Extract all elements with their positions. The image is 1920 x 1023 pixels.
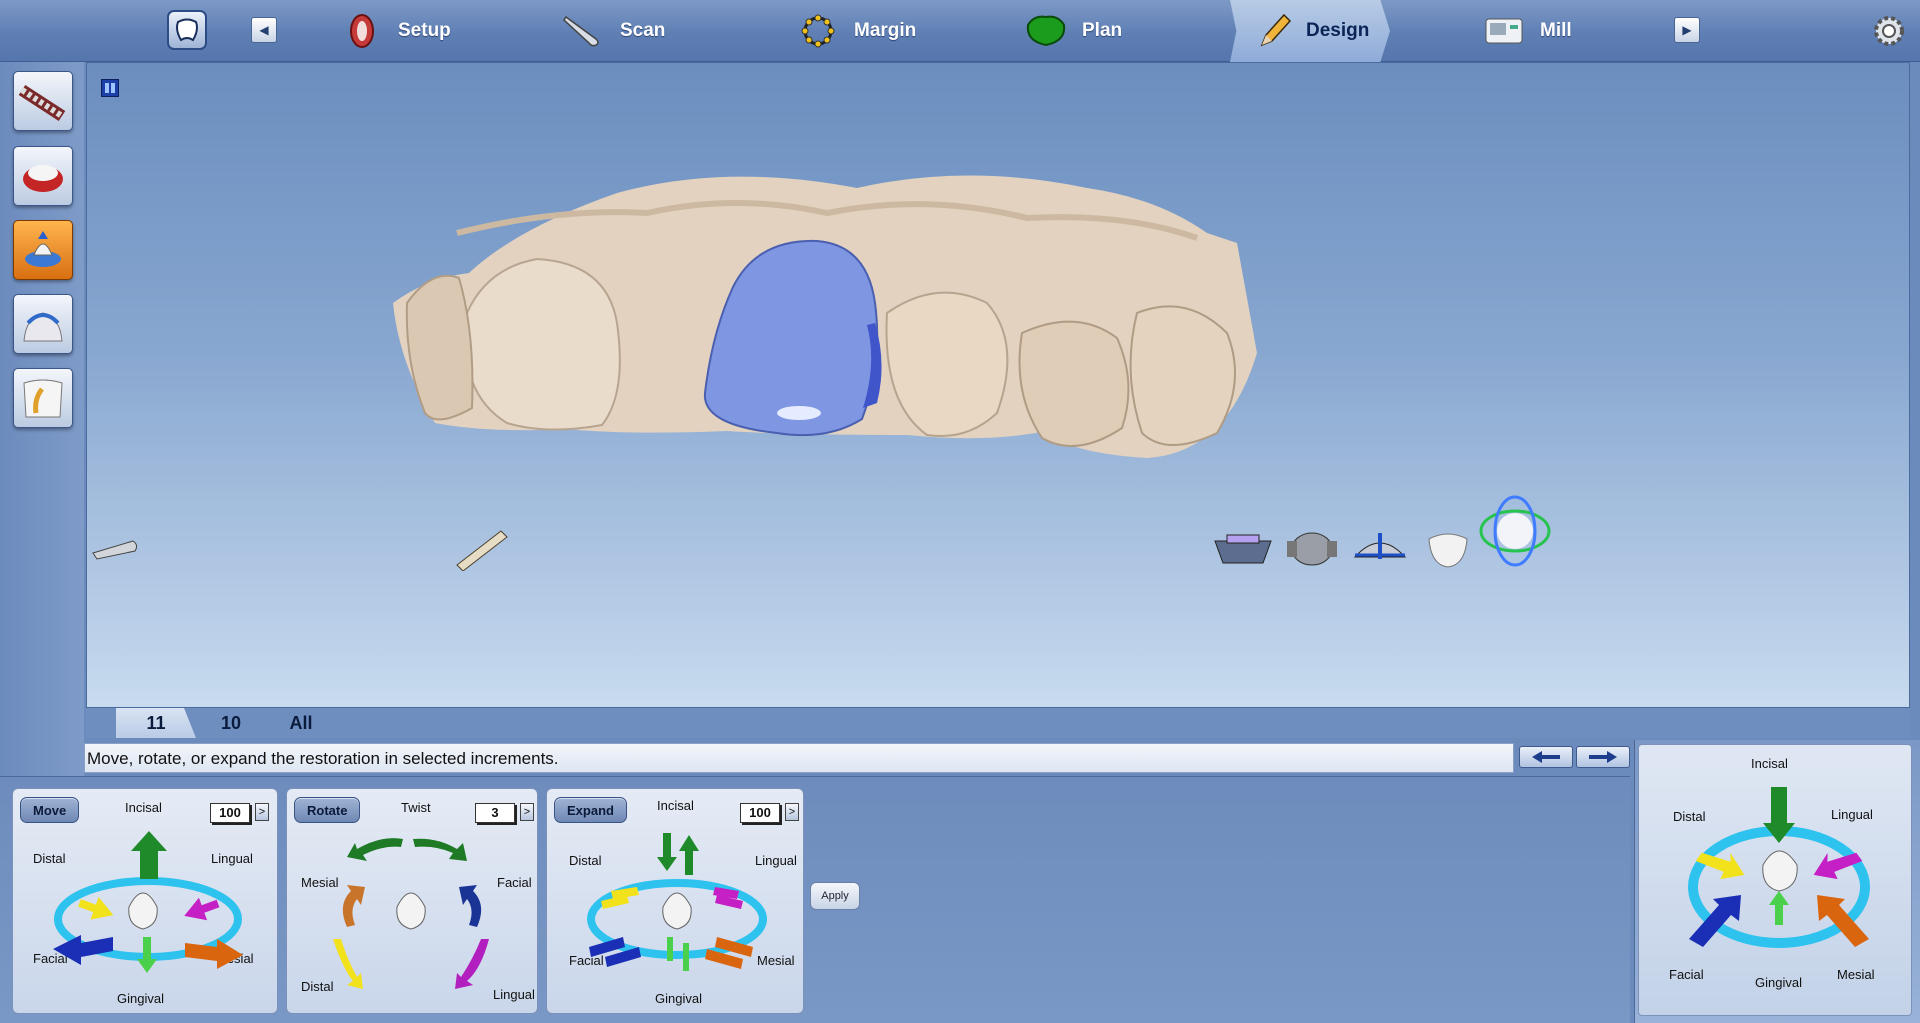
scanner-body-icon[interactable]	[87, 531, 147, 561]
mill-machine-icon	[1482, 9, 1526, 53]
step-scan[interactable]: Scan	[562, 0, 665, 62]
gingival-arrow	[1769, 891, 1789, 925]
incisal-shrink-arrow	[657, 833, 677, 871]
facial-rotate-arrow	[459, 885, 482, 927]
tooth-view-icon[interactable]	[1423, 529, 1473, 569]
occlusion-tool[interactable]	[13, 146, 73, 206]
settings-gear-icon[interactable]	[1868, 10, 1910, 52]
mesial-rotate-arrow	[342, 885, 365, 927]
step-setup[interactable]: Setup	[340, 0, 451, 62]
crown-icon	[128, 892, 158, 930]
orientation-widget	[1688, 787, 1870, 948]
3d-viewport[interactable]	[86, 62, 1910, 708]
tray-icon[interactable]	[1211, 531, 1275, 569]
instruction-text: Move, rotate, or expand the restoration …	[84, 743, 1514, 773]
apply-button[interactable]: Apply	[810, 882, 860, 910]
step-design[interactable]: Design	[1230, 0, 1390, 62]
step-label: Mill	[1540, 20, 1572, 41]
step-label: Plan	[1082, 20, 1123, 41]
rotation-sphere-icon[interactable]	[1475, 491, 1555, 571]
preparation-view-icon[interactable]	[1283, 529, 1341, 569]
margin-ring-icon	[796, 9, 840, 53]
tab-tooth-10[interactable]: 10	[196, 708, 266, 738]
jaw-icon	[340, 9, 384, 53]
twist-left-arrow	[347, 838, 403, 861]
orientation-card: Incisal Distal Lingual Facial Mesial Gin…	[1638, 744, 1912, 1016]
arrow-right-icon	[1589, 751, 1617, 763]
expand-widget	[587, 833, 767, 971]
tab-tooth-11[interactable]: 11	[116, 708, 196, 738]
crown-icon	[662, 892, 692, 930]
ruler-icon[interactable]	[453, 527, 513, 571]
scanner-wand-icon	[562, 9, 606, 53]
incisal-arrow	[131, 831, 167, 879]
tab-all[interactable]: All	[266, 708, 336, 738]
step-label: Setup	[398, 20, 451, 41]
left-toolbar	[0, 62, 84, 776]
tab-label: 11	[146, 712, 166, 733]
shape-tool[interactable]	[13, 294, 73, 354]
restoration-highlight	[777, 406, 821, 420]
next-step-button[interactable]: ▶	[1674, 17, 1700, 43]
undo-button[interactable]	[1519, 746, 1573, 768]
workflow-bar: ◀ Setup Scan Margin Plan Design Mill ▶	[0, 0, 1920, 62]
dental-model-render[interactable]	[87, 63, 1910, 708]
crown-icon	[396, 892, 426, 930]
pencil-icon	[1256, 9, 1292, 53]
move-tooth-icon	[25, 231, 61, 267]
step-mill[interactable]: Mill	[1482, 0, 1572, 62]
label-mesial: Mesial	[1837, 967, 1875, 982]
wave-tooth-icon	[23, 312, 63, 342]
tooth-icon	[176, 18, 198, 42]
home-button[interactable]	[167, 10, 207, 50]
position-restoration-tool[interactable]	[13, 220, 73, 280]
twist-right-arrow	[413, 838, 467, 861]
move-card: Move 100 > Incisal Distal Lingual Facial…	[12, 788, 278, 1014]
step-label: Scan	[620, 20, 666, 41]
contacts-tool[interactable]	[13, 368, 73, 428]
tooth-left	[464, 257, 621, 431]
previous-step-button[interactable]: ◀	[251, 17, 277, 43]
crown-icon	[1762, 850, 1798, 892]
contact-tooth-icon	[23, 379, 63, 418]
label-gingival: Gingival	[1755, 975, 1802, 990]
model-segments-tool[interactable]	[13, 71, 73, 131]
arrow-left-icon	[1532, 751, 1560, 763]
move-widget	[53, 831, 243, 973]
clip-plane-icon[interactable]	[1351, 529, 1409, 569]
step-margin[interactable]: Margin	[796, 0, 916, 62]
label-facial: Facial	[1669, 967, 1704, 982]
expand-card: Expand 100 > Incisal Distal Lingual Faci…	[546, 788, 804, 1014]
tooth-tabs: 11 10 All	[86, 708, 1910, 738]
bite-icon	[23, 165, 63, 192]
redo-button[interactable]	[1576, 746, 1630, 768]
facial-arrow	[53, 935, 113, 965]
step-label: Design	[1306, 20, 1370, 41]
distal-rotate-arrow	[333, 939, 363, 989]
triangle-right-icon: ▶	[1682, 23, 1692, 37]
tab-label: All	[289, 712, 313, 733]
step-plan[interactable]: Plan	[1024, 0, 1122, 62]
rotate-card: Rotate 3 > Twist Mesial Facial Distal Li…	[286, 788, 538, 1014]
facial-expand-arrows	[589, 937, 641, 967]
lingual-rotate-arrow	[455, 939, 489, 989]
rotate-widget	[333, 838, 489, 989]
tooth-far-left	[405, 274, 474, 421]
incisal-grow-arrow	[679, 835, 699, 875]
tooth-right-2	[1018, 320, 1130, 447]
tooth-right-3	[1129, 305, 1236, 446]
tooth-row-icon	[18, 84, 66, 122]
tab-label: 10	[220, 712, 242, 733]
green-tooth-icon	[1024, 9, 1068, 53]
step-label: Margin	[854, 20, 917, 41]
triangle-left-icon: ◀	[259, 23, 269, 37]
